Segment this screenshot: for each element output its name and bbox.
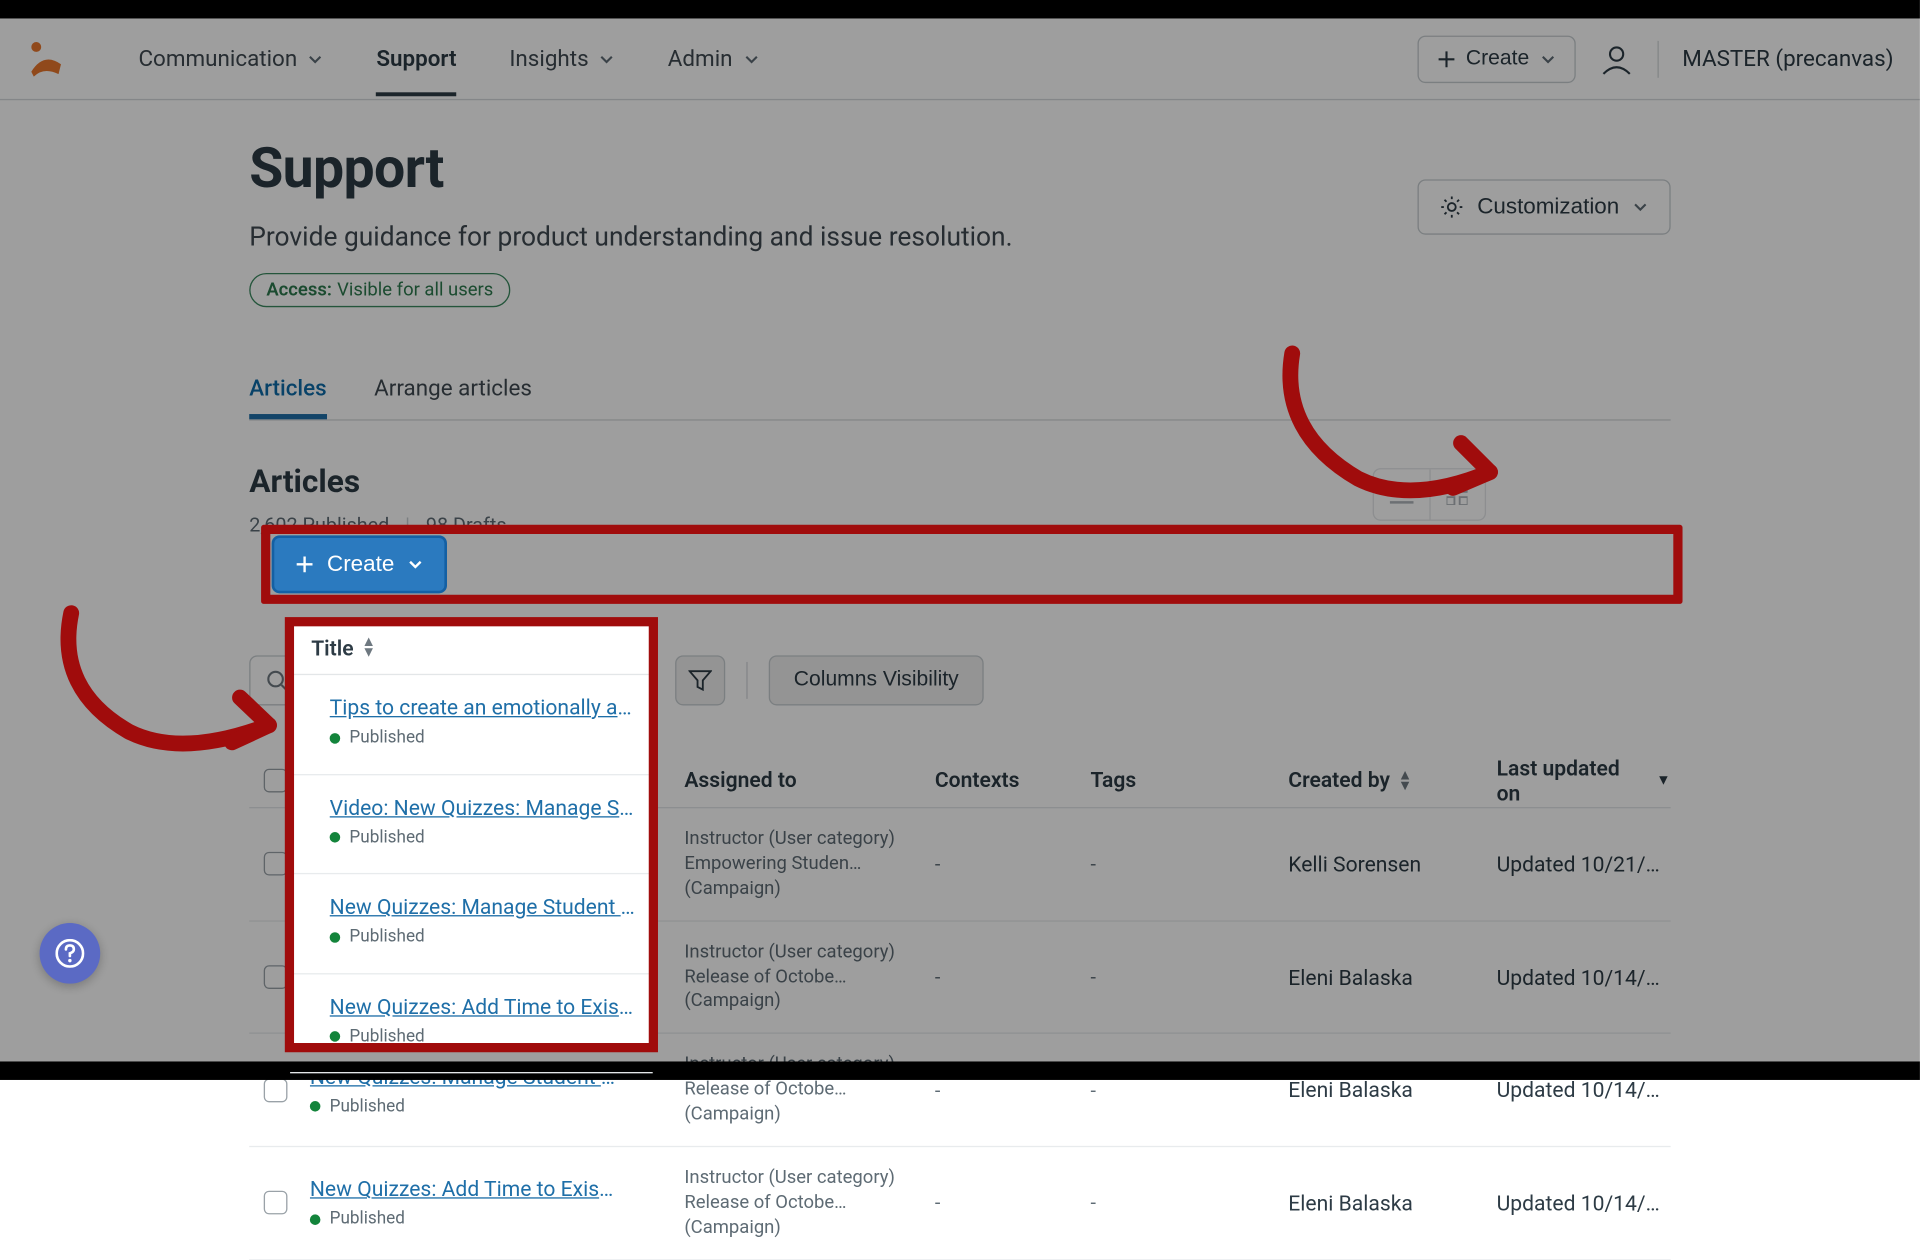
create-button-main[interactable]: Create	[272, 535, 447, 593]
status-label: Published	[330, 1210, 405, 1230]
header-updated[interactable]: Last updated on ▼	[1497, 755, 1671, 805]
nav-support[interactable]: Support	[376, 22, 456, 96]
table-row: New Quizzes: Add Time to Existi… Publish…	[249, 1147, 1670, 1260]
created-by-cell: Eleni Balaska	[1288, 946, 1496, 1008]
row-checkbox[interactable]	[264, 1191, 288, 1215]
tags-cell: -	[1090, 1173, 1288, 1234]
article-title-link[interactable]: New Quizzes: Manage Student R…	[330, 894, 636, 919]
columns-visibility-button[interactable]: Columns Visibility	[769, 655, 984, 705]
list-view-icon[interactable]	[1374, 469, 1430, 519]
search-icon	[266, 669, 288, 691]
chevron-down-icon	[407, 556, 423, 572]
tab-articles[interactable]: Articles	[249, 360, 326, 419]
tags-cell: -	[1090, 947, 1288, 1008]
nav-insights[interactable]: Insights	[509, 22, 615, 96]
divider	[746, 662, 747, 699]
user-menu[interactable]	[1599, 42, 1633, 76]
nav-communication[interactable]: Communication	[138, 22, 323, 96]
create-label: Create	[327, 551, 394, 577]
contexts-cell: -	[935, 947, 1091, 1008]
assigned-cell: Instructor (User category)Empowering Stu…	[684, 808, 935, 920]
assigned-cell: Instructor (User category)Release of Oct…	[684, 921, 935, 1033]
updated-cell: Updated 10/14/2…	[1497, 1172, 1671, 1234]
help-button[interactable]	[40, 923, 101, 984]
top-nav: Communication Support Insights Admin Cre…	[0, 18, 1920, 100]
title-column-overlay: Title▲▼ Tips to create an emotionally aw…	[290, 621, 653, 1073]
article-title-link[interactable]: Tips to create an emotionally aw…	[330, 695, 636, 720]
access-key: Access:	[266, 280, 332, 301]
nav-label: Support	[376, 45, 456, 71]
status-label: Published	[330, 1097, 405, 1117]
access-badge[interactable]: Access: Visible for all users	[249, 273, 510, 307]
tenant-label[interactable]: MASTER (precanvas)	[1682, 45, 1893, 71]
tags-cell: -	[1090, 834, 1288, 895]
chevron-down-icon	[743, 51, 759, 67]
user-icon	[1599, 42, 1633, 76]
header-created-by[interactable]: Created by ▲▼	[1288, 767, 1496, 792]
nav-label: Communication	[138, 45, 297, 71]
gear-icon	[1440, 195, 1464, 219]
annotation-highlight-create: Create	[261, 525, 1682, 604]
updated-cell: Updated 10/14/2…	[1497, 946, 1671, 1008]
customization-button[interactable]: Customization	[1418, 179, 1671, 234]
nav-label: Admin	[668, 45, 733, 71]
question-icon	[55, 939, 84, 968]
article-title-link[interactable]: New Quizzes: Add Time to Existi…	[310, 1177, 616, 1202]
customization-label: Customization	[1477, 194, 1619, 220]
app-logo	[26, 39, 66, 79]
contexts-cell: -	[935, 1173, 1091, 1234]
updated-cell: Updated 10/21/2…	[1497, 833, 1671, 895]
tab-arrange[interactable]: Arrange articles	[374, 360, 532, 419]
contexts-cell: -	[935, 834, 1091, 895]
sort-icon: ▲▼	[1398, 769, 1412, 790]
status-dot	[310, 1214, 321, 1225]
select-all-checkbox[interactable]	[264, 768, 288, 792]
status-dot	[310, 1101, 321, 1112]
assigned-cell: Instructor (User category)Release of Oct…	[684, 1147, 935, 1259]
row-checkbox[interactable]	[264, 965, 288, 989]
row-checkbox[interactable]	[264, 1078, 288, 1102]
article-title-link[interactable]: Video: New Quizzes: Manage St…	[330, 794, 636, 819]
header-assigned[interactable]: Assigned to	[684, 767, 935, 792]
create-label: Create	[1466, 47, 1529, 71]
create-button-top[interactable]: Create	[1417, 35, 1575, 82]
created-by-cell: Kelli Sorensen	[1288, 833, 1496, 895]
chevron-down-icon	[1540, 51, 1556, 67]
tabs: Articles Arrange articles	[249, 360, 1670, 421]
nav-label: Insights	[509, 45, 588, 71]
filter-icon	[688, 670, 712, 691]
chevron-down-icon	[599, 51, 615, 67]
row-checkbox[interactable]	[264, 852, 288, 876]
plus-icon	[1437, 49, 1455, 67]
access-value: Visible for all users	[337, 280, 493, 301]
nav-admin[interactable]: Admin	[668, 22, 759, 96]
filter-button[interactable]	[675, 655, 725, 705]
created-by-cell: Eleni Balaska	[1288, 1172, 1496, 1234]
columns-visibility-label: Columns Visibility	[794, 669, 959, 693]
article-title-link[interactable]: New Quizzes: Add Time to Existi…	[330, 994, 636, 1019]
assigned-cell: Instructor (User category)Release of Oct…	[684, 1034, 935, 1146]
chevron-down-icon	[308, 51, 324, 67]
divider	[1657, 40, 1658, 77]
view-toggle[interactable]	[1373, 468, 1486, 521]
plus-icon	[295, 555, 313, 573]
chevron-down-icon	[1632, 199, 1648, 215]
header-tags[interactable]: Tags	[1090, 767, 1288, 792]
sort-desc-icon: ▼	[1656, 771, 1670, 788]
grid-view-icon[interactable]	[1430, 469, 1485, 519]
header-contexts[interactable]: Contexts	[935, 767, 1091, 792]
